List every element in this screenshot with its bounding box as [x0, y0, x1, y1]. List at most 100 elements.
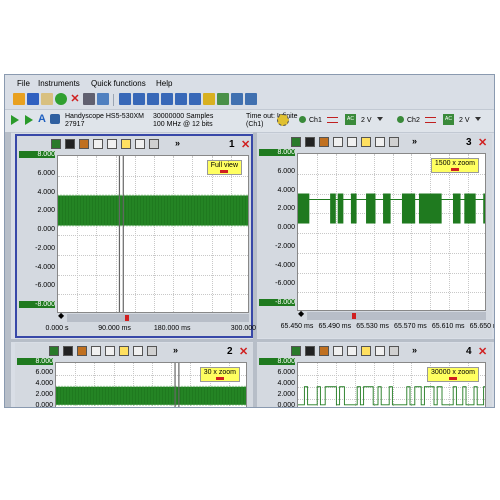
trigger-point-icon[interactable]: ◆	[298, 309, 304, 318]
print-icon[interactable]	[83, 93, 95, 105]
copy-icon[interactable]	[97, 93, 109, 105]
measure-icon[interactable]	[65, 139, 75, 149]
zoom-level-label[interactable]: 30000 x zoom	[427, 367, 479, 382]
zoom-fit-icon[interactable]	[93, 139, 103, 149]
cursor-icon[interactable]	[291, 346, 301, 356]
instrument-icon[interactable]	[50, 114, 60, 124]
waveform-plot[interactable]: 1500 x zoom	[297, 153, 486, 311]
remove-labels-icon[interactable]	[375, 346, 385, 356]
zoom-level-label[interactable]: 30 x zoom	[199, 367, 240, 382]
zoom-fit-icon[interactable]	[333, 346, 343, 356]
menu-help[interactable]: Help	[156, 79, 172, 88]
delete-icon[interactable]: ✕	[69, 93, 81, 105]
add-meter-icon[interactable]	[133, 93, 145, 105]
left-splitter[interactable]	[5, 132, 11, 407]
record-length[interactable]: 30000000 Samples	[153, 113, 213, 121]
measure-icon[interactable]	[305, 346, 315, 356]
trigger-point-icon[interactable]: ◆	[58, 311, 64, 320]
ch2-coupling-icon[interactable]	[425, 117, 436, 123]
ch1-range[interactable]: 2 V	[361, 117, 372, 125]
more-tools-icon[interactable]: »	[173, 345, 178, 355]
zoom-fit-icon[interactable]	[91, 346, 101, 356]
more-tools-icon[interactable]: »	[412, 345, 417, 355]
single-shot-icon[interactable]	[25, 115, 33, 125]
ch2-range[interactable]: 2 V	[459, 117, 470, 125]
cursor-icon[interactable]	[49, 346, 59, 356]
horizontal-scrollbar[interactable]	[307, 312, 486, 320]
waveform-plot[interactable]: 30000 x zoom	[297, 362, 486, 407]
open-icon[interactable]	[13, 93, 25, 105]
waveform-plot[interactable]: 30 x zoom	[55, 362, 247, 407]
label-icon[interactable]	[361, 346, 371, 356]
ch1-ac-button[interactable]: AC	[345, 114, 356, 125]
zoom-fit-icon[interactable]	[333, 137, 343, 147]
reset-zoom-icon[interactable]	[105, 346, 115, 356]
remove-labels-icon[interactable]	[375, 137, 385, 147]
settings-icon[interactable]	[149, 139, 159, 149]
run-icon[interactable]	[11, 115, 19, 125]
sample-rate[interactable]: 100 MHz @ 12 bits	[153, 121, 213, 129]
close-icon[interactable]: ✕	[241, 138, 250, 151]
save-icon[interactable]	[27, 93, 39, 105]
zoom-level-label[interactable]: 1500 x zoom	[430, 158, 479, 173]
add-io-icon[interactable]	[203, 93, 215, 105]
add-xy-icon[interactable]	[175, 93, 187, 105]
add-analysis-icon[interactable]	[231, 93, 243, 105]
folder-icon[interactable]	[41, 93, 53, 105]
pen-icon[interactable]	[319, 346, 329, 356]
cursor-icon[interactable]	[51, 139, 61, 149]
add-table-icon[interactable]	[189, 93, 201, 105]
close-icon[interactable]: ✕	[478, 345, 487, 358]
remove-labels-icon[interactable]	[133, 346, 143, 356]
more-tools-icon[interactable]: »	[175, 138, 180, 148]
horizontal-splitter[interactable]	[11, 339, 494, 342]
remove-labels-icon[interactable]	[135, 139, 145, 149]
label-icon[interactable]	[361, 137, 371, 147]
ch1-enable-icon[interactable]	[299, 116, 306, 123]
pen-icon[interactable]	[79, 139, 89, 149]
horizontal-scrollbar[interactable]	[67, 314, 249, 322]
add-generator-icon[interactable]	[217, 93, 229, 105]
scope-panel-1[interactable]: » 1 ✕ 8.000 6.000 4.000 2.000 0.000 -2.000 -4.000…	[15, 134, 267, 338]
reset-zoom-icon[interactable]	[347, 137, 357, 147]
ch2-range-dropdown-icon[interactable]	[475, 117, 481, 121]
menu-file[interactable]: File	[17, 79, 30, 88]
trigger-timeout[interactable]: Time out: Infinite	[246, 113, 298, 121]
add-spectrum-icon[interactable]	[161, 93, 173, 105]
refresh-icon[interactable]	[55, 93, 67, 105]
measure-icon[interactable]	[63, 346, 73, 356]
waveform-plot[interactable]: Full view	[57, 155, 249, 313]
pen-icon[interactable]	[77, 346, 87, 356]
auto-setup-icon[interactable]: A	[38, 113, 46, 125]
menu-instruments[interactable]: Instruments	[38, 79, 80, 88]
settings-icon[interactable]	[147, 346, 157, 356]
trigger-icon[interactable]	[277, 114, 289, 126]
scope-panel-3[interactable]: » 3 ✕ 8.000 6.000 4.000 2.000 0.000 -2.000 -4.000…	[257, 134, 494, 338]
scope-panel-4[interactable]: »4✕8.0006.0004.0002.0000.000-2.000-4.000…	[257, 343, 492, 407]
label-icon[interactable]	[121, 139, 131, 149]
add-channel-icon[interactable]	[147, 93, 159, 105]
ch2-ac-button[interactable]: AC	[443, 114, 454, 125]
more-tools-icon[interactable]: »	[412, 136, 417, 146]
trigger-channel[interactable]: (Ch1)	[246, 121, 264, 129]
add-recorder-icon[interactable]	[245, 93, 257, 105]
add-scope-icon[interactable]	[119, 93, 131, 105]
pen-icon[interactable]	[319, 137, 329, 147]
scroll-thumb[interactable]	[351, 313, 356, 319]
reset-zoom-icon[interactable]	[107, 139, 117, 149]
measure-icon[interactable]	[305, 137, 315, 147]
label-icon[interactable]	[119, 346, 129, 356]
scroll-thumb[interactable]	[125, 315, 130, 321]
settings-icon[interactable]	[389, 137, 399, 147]
ch2-enable-icon[interactable]	[397, 116, 404, 123]
cursor-icon[interactable]	[291, 137, 301, 147]
settings-icon[interactable]	[389, 346, 399, 356]
ch1-range-dropdown-icon[interactable]	[377, 117, 383, 121]
close-icon[interactable]: ✕	[239, 345, 248, 358]
reset-zoom-icon[interactable]	[347, 346, 357, 356]
ch1-coupling-icon[interactable]	[327, 117, 338, 123]
menu-quick-functions[interactable]: Quick functions	[91, 79, 146, 88]
scope-panel-2[interactable]: »2✕8.0006.0004.0002.0000.000-2.000-4.000…	[15, 343, 253, 407]
zoom-level-label[interactable]: Full view	[206, 160, 242, 175]
close-icon[interactable]: ✕	[478, 136, 487, 149]
